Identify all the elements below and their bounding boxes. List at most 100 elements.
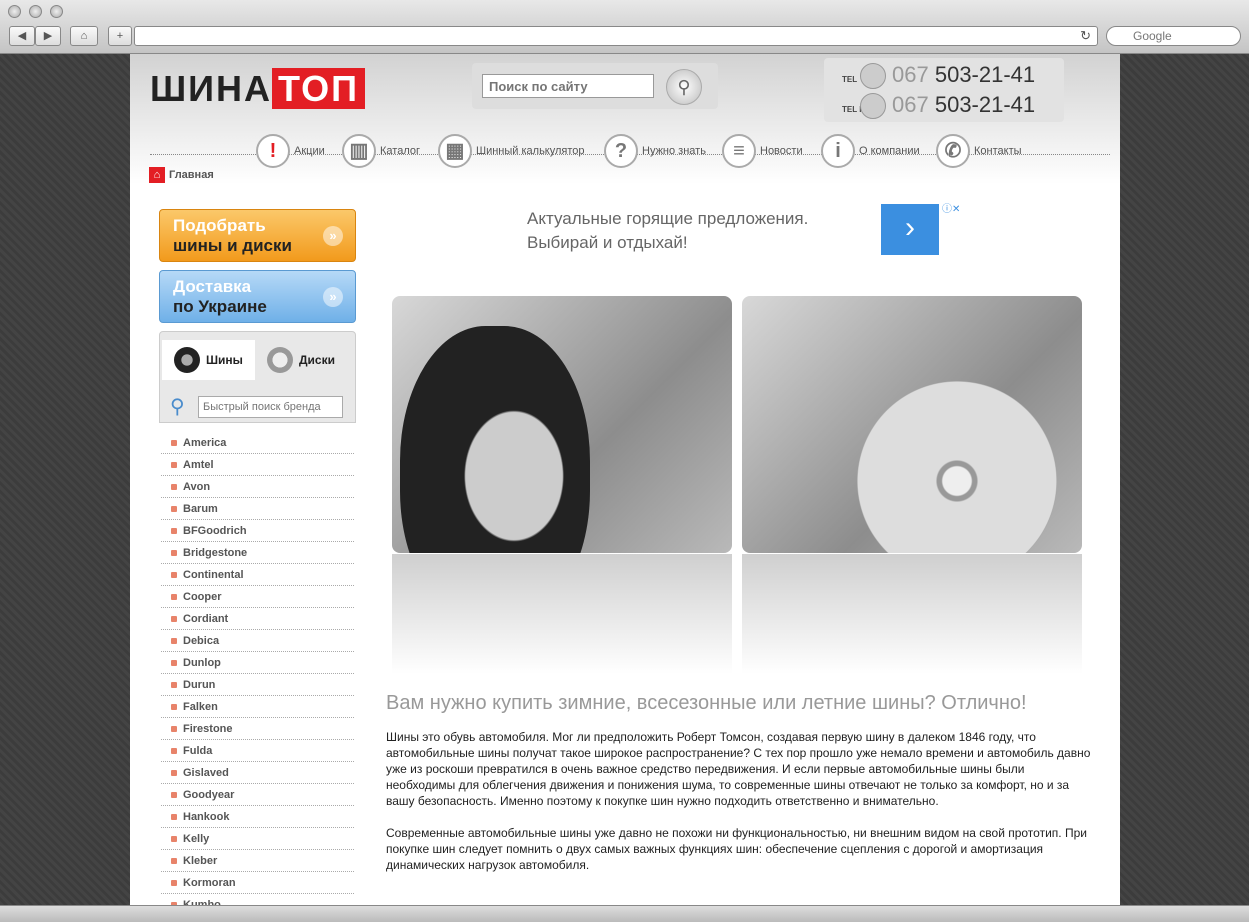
delivery-button[interactable]: Доставка по Украине » (159, 270, 356, 323)
pick-tires-button[interactable]: Подобрать шины и диски » (159, 209, 356, 262)
brand-link[interactable]: Hankook (161, 806, 354, 828)
reload-icon[interactable]: ↻ (1080, 28, 1091, 44)
brand-list: America Amtel Avon Barum BFGoodrich Bridgesto… (161, 432, 354, 905)
back-button[interactable]: ◀ (9, 26, 35, 46)
info-icon: i (821, 134, 855, 168)
tire-banner[interactable] (392, 296, 732, 553)
brand-link[interactable]: BFGoodrich (161, 520, 354, 542)
nav-label: Нужно знать (642, 145, 706, 157)
chevron-right-icon: » (323, 287, 343, 307)
add-bookmark-button[interactable]: + (108, 26, 132, 46)
site-search: ⚲ (472, 63, 718, 109)
phone-label: TEL FAX (842, 105, 875, 114)
brand-link[interactable]: Kelly (161, 828, 354, 850)
brand-link[interactable]: Firestone (161, 718, 354, 740)
breadcrumb: ⌂ Главная (149, 167, 214, 183)
tab-tires[interactable]: Шины (162, 340, 255, 380)
brand-link[interactable]: Amtel (161, 454, 354, 476)
wheel-banner[interactable] (742, 296, 1082, 553)
nav-item-faq[interactable]: ? Нужно знать (604, 134, 706, 168)
forward-button[interactable]: ▶ (35, 26, 61, 46)
brand-link[interactable]: Debica (161, 630, 354, 652)
brand-link[interactable]: Kleber (161, 850, 354, 872)
nav-item-calculator[interactable]: ▦ Шинный калькулятор (438, 134, 585, 168)
brand-link[interactable]: Gislaved (161, 762, 354, 784)
exclamation-icon: ! (256, 134, 290, 168)
brand-link[interactable]: Kormoran (161, 872, 354, 894)
phone-icon (860, 63, 886, 90)
phone-icon: ✆ (936, 134, 970, 168)
list-icon: ≡ (722, 134, 756, 168)
phone-number: 503-21-41 (934, 92, 1036, 117)
brand-link[interactable]: Cordiant (161, 608, 354, 630)
brand-link[interactable]: Kumho (161, 894, 354, 905)
logo[interactable]: ШИНА ТОП (150, 68, 366, 110)
nav-item-actions[interactable]: ! Акции (256, 134, 325, 168)
horizontal-scrollbar[interactable] (0, 905, 1249, 922)
brand-link[interactable]: Goodyear (161, 784, 354, 806)
ad-text[interactable]: Актуальные горящие предложения. Выбирай и… (527, 207, 808, 255)
ad-button[interactable]: › (881, 204, 939, 255)
tab-label: Шины (206, 353, 243, 367)
search-button[interactable]: ⚲ (666, 69, 702, 105)
minimize-window-button[interactable] (29, 5, 42, 18)
address-bar[interactable]: ↻ (134, 26, 1098, 46)
calculator-icon: ▦ (438, 134, 472, 168)
phone-code: 067 (892, 92, 929, 117)
brand-link[interactable]: Bridgestone (161, 542, 354, 564)
phone-code: 067 (892, 62, 929, 87)
tire-reflection (392, 554, 732, 674)
ad-line1: Актуальные горящие предложения. (527, 209, 809, 228)
home-icon[interactable]: ⌂ (149, 167, 165, 183)
brand-link[interactable]: America (161, 432, 354, 454)
phones: TEL 067 503-21-41 TEL FAX 067 503-21-41 (824, 58, 1064, 122)
tab-wheels[interactable]: Диски (255, 340, 355, 380)
brand-link[interactable]: Dunlop (161, 652, 354, 674)
fax-icon (860, 93, 886, 120)
browser-toolbar: ◀ ▶ ⌂ + ↻ Google (0, 0, 1249, 54)
breadcrumb-home[interactable]: Главная (169, 169, 214, 181)
nav-item-contacts[interactable]: ✆ Контакты (936, 134, 1022, 168)
brand-link[interactable]: Cooper (161, 586, 354, 608)
ad-line2: Выбирай и отдыхай! (527, 233, 688, 252)
browser-search-input[interactable]: Google (1106, 26, 1241, 46)
button-line2: по Украине (173, 297, 267, 316)
wheel-reflection (742, 554, 1082, 674)
article-paragraph: Шины это обувь автомобиля. Мог ли предпо… (386, 730, 1091, 808)
phone-number: 503-21-41 (934, 62, 1036, 87)
logo-text-red: ТОП (272, 68, 366, 109)
site-search-input[interactable] (482, 74, 654, 98)
nav-label: Контакты (974, 145, 1022, 157)
ad-info-close-icon[interactable]: ⓘ✕ (942, 200, 960, 215)
search-icon: ⚲ (677, 77, 691, 97)
brand-search-input[interactable] (198, 396, 343, 418)
page-title: Вам нужно купить зимние, всесезонные или… (386, 692, 1027, 714)
brand-link[interactable]: Avon (161, 476, 354, 498)
button-line2: шины и диски (173, 236, 292, 255)
header: ШИНАТОП ⚲ TEL 067 503-21-41 TEL FAX 067 50… (130, 54, 1120, 184)
brand-link[interactable]: Barum (161, 498, 354, 520)
close-window-button[interactable] (8, 5, 21, 18)
chevron-right-icon: » (323, 226, 343, 246)
zoom-window-button[interactable] (50, 5, 63, 18)
article-paragraph: Современные автомобильные шины уже давно… (386, 826, 1087, 872)
nav-item-catalog[interactable]: ▥ Каталог (342, 134, 420, 168)
brand-link[interactable]: Continental (161, 564, 354, 586)
home-button[interactable]: ⌂ (70, 26, 98, 46)
phone-tel: TEL 067 503-21-41 (842, 62, 1036, 90)
wheel-icon (267, 347, 293, 373)
phone-label: TEL (842, 75, 858, 84)
brand-link[interactable]: Durun (161, 674, 354, 696)
tire-icon (174, 347, 200, 373)
nav-label: Каталог (380, 145, 420, 157)
nav-item-news[interactable]: ≡ Новости (722, 134, 803, 168)
brand-link[interactable]: Fulda (161, 740, 354, 762)
nav-item-about[interactable]: i О компании (821, 134, 920, 168)
brand-link[interactable]: Falken (161, 696, 354, 718)
search-icon: ⚲ (170, 396, 185, 418)
logo-text: ШИНА (150, 68, 273, 109)
nav-label: Шинный калькулятор (476, 145, 585, 157)
button-line1: Доставка (173, 277, 252, 296)
button-line1: Подобрать (173, 216, 266, 235)
article: Шины это обувь автомобиля. Мог ли предпо… (386, 729, 1096, 889)
